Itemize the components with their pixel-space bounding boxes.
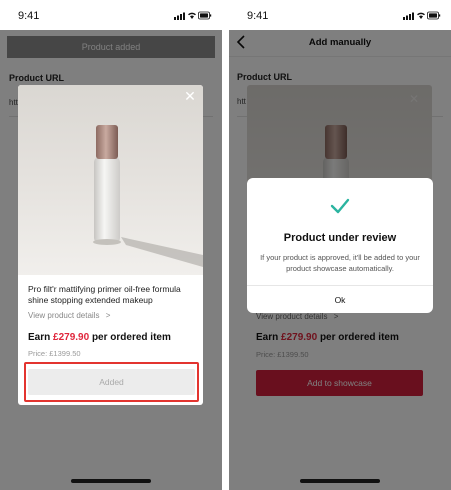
screen-separator xyxy=(222,0,229,490)
status-bar: 9:41 xyxy=(229,0,451,30)
ok-button[interactable]: Ok xyxy=(247,286,433,313)
product-image xyxy=(18,85,203,275)
status-bar: 9:41 xyxy=(0,0,222,30)
battery-icon xyxy=(427,11,441,20)
signal-icon xyxy=(174,12,185,20)
chevron-right-icon: > xyxy=(105,311,111,320)
left-phone-screen: 9:41 Product added Product URL htt xyxy=(0,0,222,490)
wifi-icon xyxy=(417,12,425,19)
status-icons xyxy=(403,11,441,21)
home-indicator xyxy=(71,479,151,483)
commission-text: Earn £279.90 per ordered item xyxy=(28,332,171,343)
product-price: Price: £1399.50 xyxy=(28,349,81,358)
status-time: 9:41 xyxy=(247,10,269,22)
view-product-details-link[interactable]: View product details > xyxy=(28,311,110,320)
right-phone-screen: 9:41 Add manually Product URL htt xyxy=(229,0,451,490)
dialog-message: If your product is approved, it'll be ad… xyxy=(260,253,420,273)
signal-icon xyxy=(403,12,414,20)
details-link-text: View product details xyxy=(28,311,100,320)
status-icons xyxy=(174,11,212,21)
dialog-title: Product under review xyxy=(283,232,397,244)
product-title: Pro filt'r mattifying primer oil-free fo… xyxy=(28,284,181,305)
home-indicator xyxy=(300,479,380,483)
status-time: 9:41 xyxy=(18,10,40,22)
wifi-icon xyxy=(188,12,196,19)
highlight-outline xyxy=(24,362,199,402)
earn-prefix: Earn xyxy=(28,332,54,343)
close-icon[interactable]: ✕ xyxy=(183,89,197,103)
earn-suffix: per ordered item xyxy=(89,332,171,343)
commission-amount: £279.90 xyxy=(53,332,90,343)
battery-icon xyxy=(198,11,212,20)
checkmark-icon xyxy=(330,198,350,214)
product-preview-modal: ✕ Pro filt'r mattifying primer oil-free … xyxy=(18,85,203,405)
review-dialog: Product under review If your product is … xyxy=(247,178,433,313)
